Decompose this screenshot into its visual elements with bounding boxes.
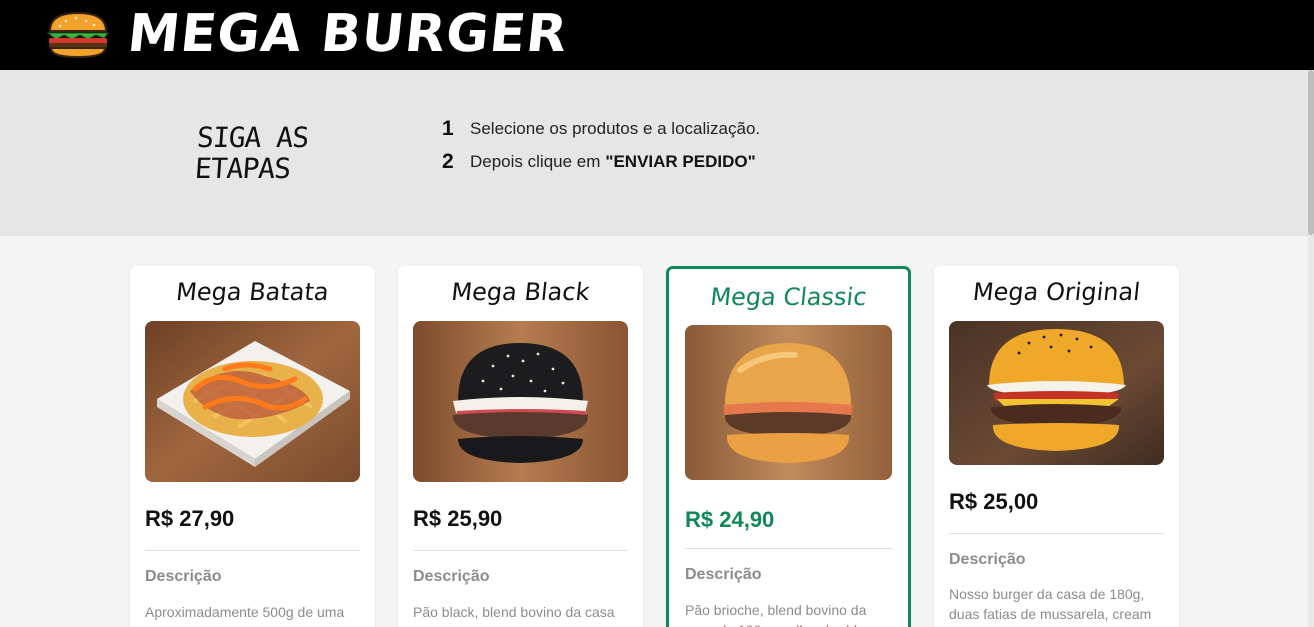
product-description: Pão black, blend bovino da casa de 180g,… <box>413 604 615 627</box>
card-divider <box>413 550 628 551</box>
step-emphasis: "ENVIAR PEDIDO" <box>605 152 756 171</box>
steps-section: SIGA AS ETAPAS 1 Selecione os produtos e… <box>0 70 1308 236</box>
classic-burger-photo <box>685 325 892 480</box>
steps-title: SIGA AS ETAPAS <box>193 121 338 185</box>
step-1: 1 Selecione os produtos e a localização. <box>442 114 760 144</box>
product-price: R$ 25,90 <box>413 506 503 531</box>
product-price: R$ 25,00 <box>949 489 1039 514</box>
step-text: Selecione os produtos e a localização. <box>470 119 761 138</box>
product-price: R$ 24,90 <box>685 507 775 532</box>
product-price: R$ 27,90 <box>145 506 235 531</box>
burger-icon <box>46 11 110 59</box>
product-card-mega-black[interactable]: Mega Black R$ 25,90 Descrição Pão black,… <box>398 266 643 627</box>
card-divider <box>949 533 1164 534</box>
steps-title-line1: SIGA AS <box>195 121 310 154</box>
top-header: MEGA BURGER <box>0 0 1314 70</box>
description-label: Descrição <box>413 568 490 585</box>
product-description: Nosso burger da casa de 180g, duas fatia… <box>949 586 1152 622</box>
product-name: Mega Black <box>450 278 591 306</box>
brand-title: MEGA BURGER <box>124 4 571 64</box>
card-divider <box>685 548 892 549</box>
product-card-mega-original[interactable]: Mega Original R$ 25,00 Descrição Nosso b… <box>934 266 1179 627</box>
product-description: Pão brioche, blend bovino da casa de 180… <box>685 602 869 627</box>
step-2: 2 Depois clique em "ENVIAR PEDIDO" <box>442 147 756 177</box>
fries-photo <box>145 321 360 482</box>
card-divider <box>145 550 360 551</box>
product-card-mega-classic[interactable]: Mega Classic R$ 24,90 Descrição Pão brio… <box>666 266 911 627</box>
black-burger-photo <box>413 321 628 482</box>
product-name: Mega Classic <box>708 283 868 311</box>
original-burger-photo <box>949 321 1164 465</box>
step-text: Depois clique em <box>470 152 601 171</box>
description-label: Descrição <box>145 568 222 585</box>
description-label: Descrição <box>685 566 762 583</box>
product-description: Aproximadamente 500g de uma deliciosa ba… <box>145 604 345 627</box>
step-number: 2 <box>442 150 454 173</box>
description-label: Descrição <box>949 551 1026 568</box>
steps-title-line2: ETAPAS <box>193 152 292 185</box>
step-number: 1 <box>442 117 454 140</box>
product-name: Mega Batata <box>174 278 331 306</box>
product-name: Mega Original <box>971 278 1142 306</box>
scrollbar-thumb[interactable] <box>1308 70 1314 235</box>
product-card-mega-batata[interactable]: Mega Batata R$ 27,90 Descrição Aproximad… <box>130 266 375 627</box>
